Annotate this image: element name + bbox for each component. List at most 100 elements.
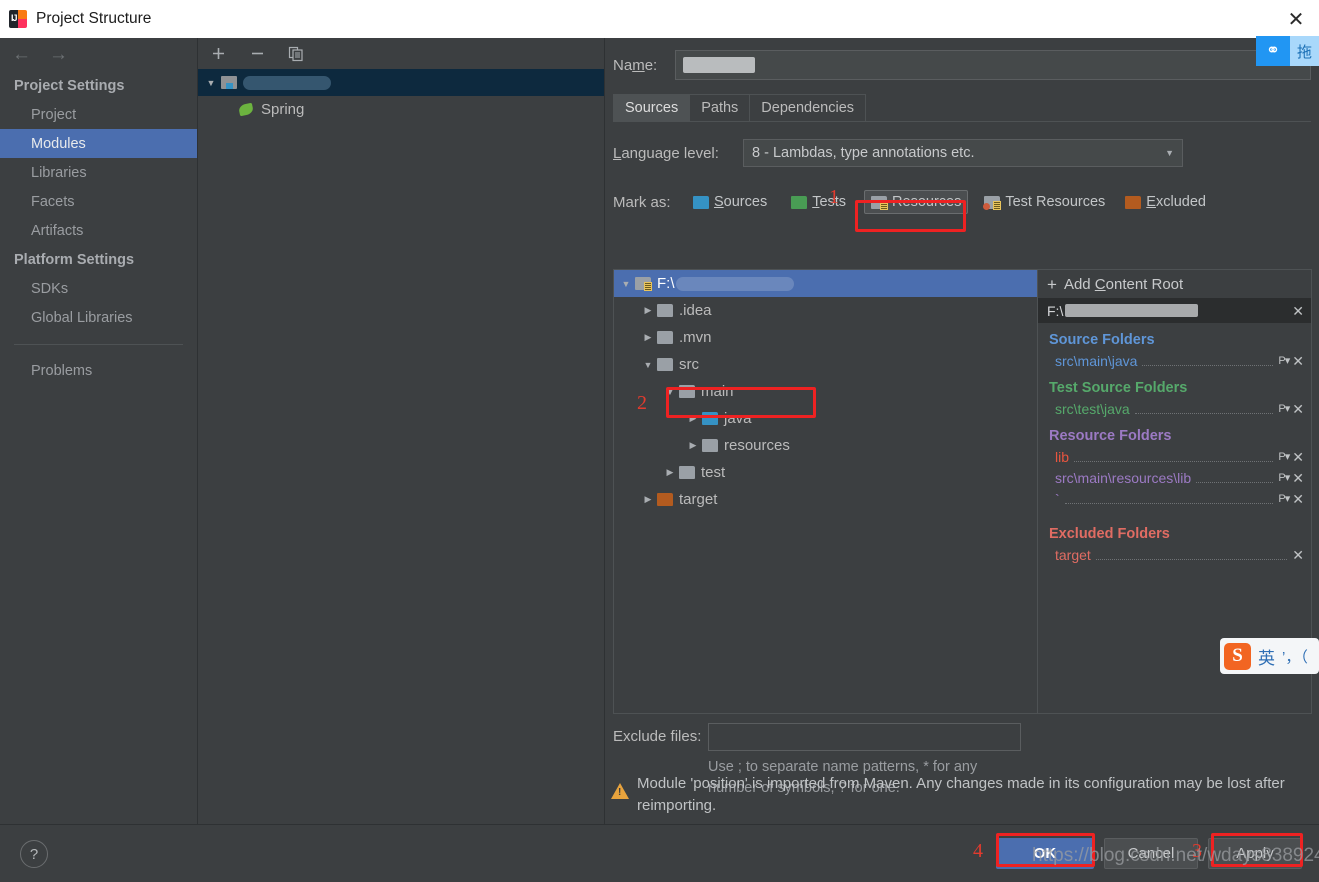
close-icon[interactable]: ✕ [1273, 0, 1319, 38]
chevron-right-icon[interactable]: ▶ [639, 332, 657, 343]
module-name-input[interactable] [675, 50, 1311, 80]
language-level-value: 8 - Lambdas, type annotations etc. [752, 145, 975, 161]
sogou-logo-icon: S [1224, 642, 1251, 670]
chevron-right-icon[interactable]: ▶ [639, 494, 657, 505]
chevron-right-icon[interactable]: ▶ [684, 440, 702, 451]
properties-icon[interactable]: P▾ [1278, 402, 1290, 415]
baidu-netdisk-icon: ⚭ [1256, 36, 1290, 66]
exclude-files-input[interactable] [708, 723, 1021, 751]
tabs-underline [613, 121, 1311, 122]
tree-row-resources[interactable]: ▶ resources [614, 432, 1037, 459]
resource-folder-row[interactable]: lib P▾ ✕ [1038, 446, 1311, 467]
modules-toolbar [198, 38, 604, 69]
sogou-input-mode[interactable]: 英 [1258, 644, 1275, 669]
tab-paths[interactable]: Paths [689, 94, 751, 121]
mark-as-tests-button[interactable]: Tests [785, 191, 852, 213]
resource-folder-row[interactable]: src\main\resources\lib P▾ ✕ [1038, 467, 1311, 488]
add-content-root-button[interactable]: + Add Content Root [1038, 270, 1311, 298]
tree-row-content-root[interactable]: ▼ F:\ [614, 270, 1037, 297]
tree-row-target-label: target [679, 491, 718, 508]
sidebar-item-artifacts[interactable]: Artifacts [0, 216, 197, 245]
remove-resource-folder-icon[interactable]: ✕ [1292, 492, 1304, 506]
tree-row-idea[interactable]: ▶ .idea [614, 297, 1037, 324]
chevron-down-icon[interactable]: ▼ [617, 279, 635, 289]
properties-icon[interactable]: P▾ [1278, 354, 1290, 367]
module-facet-spring[interactable]: Spring [198, 96, 604, 123]
sidebar-item-global-libraries[interactable]: Global Libraries [0, 303, 197, 332]
source-folder-row[interactable]: src\main\java P▾ ✕ [1038, 350, 1311, 371]
baidu-netdisk-widget[interactable]: ⚭ 拖 [1256, 36, 1319, 66]
tab-sources[interactable]: Sources [613, 94, 691, 121]
add-module-icon[interactable] [207, 43, 229, 65]
remove-module-icon[interactable] [246, 43, 268, 65]
tree-row-mvn[interactable]: ▶ .mvn [614, 324, 1037, 351]
source-folder-icon [702, 412, 718, 425]
folder-icon [657, 304, 673, 317]
sidebar-item-libraries[interactable]: Libraries [0, 158, 197, 187]
chevron-right-icon[interactable]: ▶ [684, 413, 702, 424]
excluded-folders-title: Excluded Folders [1049, 526, 1170, 542]
tree-row-main[interactable]: ▼ main [614, 378, 1037, 405]
tree-row-java[interactable]: ▶ java [614, 405, 1037, 432]
tests-folder-icon [791, 195, 808, 209]
tree-row-target[interactable]: ▶ target [614, 486, 1037, 513]
folder-icon [679, 385, 695, 398]
properties-icon[interactable]: P▾ [1278, 471, 1290, 484]
mark-as-label: Mark as: [613, 193, 671, 211]
mark-as-excluded-button[interactable]: Excluded [1119, 191, 1212, 213]
module-tree-root[interactable]: ▼ [198, 69, 604, 96]
leader-dots [1196, 472, 1274, 483]
remove-test-source-folder-icon[interactable]: ✕ [1292, 402, 1304, 416]
folder-icon [702, 439, 718, 452]
chevron-right-icon[interactable]: ▶ [639, 305, 657, 316]
properties-icon[interactable]: P▾ [1278, 492, 1290, 505]
resource-folder-path: lib [1055, 448, 1070, 465]
tree-row-src[interactable]: ▼ src [614, 351, 1037, 378]
copy-module-icon[interactable] [285, 43, 307, 65]
annotation-number-4: 4 [973, 840, 983, 862]
baidu-netdisk-label: 拖 [1290, 36, 1319, 66]
sidebar-item-modules[interactable]: Modules [0, 129, 197, 158]
module-name-label: Name: [613, 56, 658, 74]
remove-resource-folder-icon[interactable]: ✕ [1292, 471, 1304, 485]
settings-sidebar: ← → Project Settings Project Modules Lib… [0, 38, 198, 824]
back-arrow-icon[interactable]: ← [12, 45, 31, 64]
mark-as-test-resources-button[interactable]: Test Resources [978, 191, 1111, 213]
excluded-folder-path: target [1055, 546, 1091, 563]
chevron-down-icon[interactable]: ▼ [661, 387, 679, 397]
test-resources-folder-icon [983, 195, 1002, 210]
chevron-down-icon[interactable]: ▼ [639, 360, 657, 370]
plus-icon: + [1047, 274, 1057, 294]
help-button[interactable]: ? [20, 840, 48, 868]
properties-icon[interactable]: P▾ [1278, 450, 1290, 463]
remove-source-folder-icon[interactable]: ✕ [1292, 354, 1304, 368]
chevron-right-icon[interactable]: ▶ [661, 467, 679, 478]
chevron-down-icon[interactable]: ▼ [201, 78, 221, 88]
remove-content-root-icon[interactable]: ✕ [1292, 304, 1304, 318]
forward-arrow-icon[interactable]: → [49, 45, 68, 64]
sidebar-item-facets[interactable]: Facets [0, 187, 197, 216]
watermark-url: https://blog.csdn.net/wdays83892469 [1032, 845, 1319, 866]
exclude-files-label: Exclude files: [613, 728, 702, 745]
resource-folder-path: src\main\resources\lib [1055, 469, 1192, 486]
tree-row-main-label: main [701, 383, 734, 400]
content-folder-tree[interactable]: ▼ F:\ ▶ .idea ▶ .mvn ▼ src ▼ main ▶ java… [613, 269, 1037, 714]
mark-as-sources-button[interactable]: Sources [687, 191, 773, 213]
mark-as-resources-button[interactable]: Resources [864, 190, 969, 214]
resource-folder-row[interactable]: ` P▾ ✕ [1038, 488, 1311, 509]
sogou-punctuation-toggle[interactable]: ’，（ [1282, 646, 1308, 667]
test-source-folders-title: Test Source Folders [1049, 380, 1188, 396]
tab-dependencies[interactable]: Dependencies [749, 94, 867, 121]
remove-excluded-folder-icon[interactable]: ✕ [1292, 548, 1304, 562]
test-source-folder-row[interactable]: src\test\java P▾ ✕ [1038, 398, 1311, 419]
tree-row-test[interactable]: ▶ test [614, 459, 1037, 486]
language-level-select[interactable]: 8 - Lambdas, type annotations etc. ▼ [743, 139, 1183, 167]
sidebar-item-sdks[interactable]: SDKs [0, 274, 197, 303]
excluded-folder-icon [657, 493, 673, 506]
sidebar-item-problems[interactable]: Problems [0, 356, 197, 385]
remove-resource-folder-icon[interactable]: ✕ [1292, 450, 1304, 464]
sidebar-item-project[interactable]: Project [0, 100, 197, 129]
sogou-ime-toolbar[interactable]: S 英 ’，（ [1220, 638, 1319, 674]
content-roots-area: ▼ F:\ ▶ .idea ▶ .mvn ▼ src ▼ main ▶ java… [613, 269, 1312, 714]
excluded-folder-row[interactable]: target ✕ [1038, 544, 1311, 565]
